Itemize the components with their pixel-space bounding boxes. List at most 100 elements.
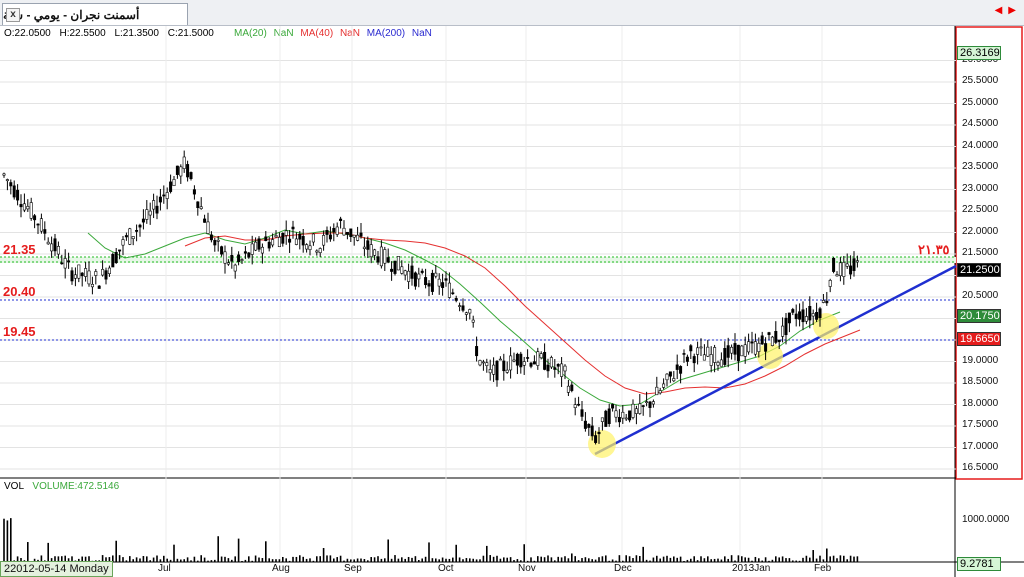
candle-body: [294, 238, 298, 245]
volume-bar: [812, 550, 814, 562]
close-icon[interactable]: x: [6, 8, 20, 22]
volume-bar: [713, 558, 716, 562]
candle-body: [396, 256, 400, 271]
time-tick-label: 2013Jan: [732, 563, 771, 574]
volume-bar: [47, 542, 49, 562]
volume-bar: [336, 557, 338, 562]
volume-bar: [744, 557, 746, 562]
candle-body: [549, 357, 553, 368]
candle-body: [804, 316, 808, 322]
volume-bar: [135, 557, 138, 562]
volume-label: VOL: [4, 481, 24, 492]
candle-body: [26, 206, 30, 210]
volume-bar: [506, 557, 508, 562]
candle-body: [179, 166, 183, 177]
candle-body: [400, 266, 404, 274]
volume-bar: [628, 556, 631, 562]
candle-body: [390, 268, 394, 272]
volume-bar: [322, 548, 325, 562]
candle-body: [730, 346, 734, 354]
chart-canvas[interactable]: [0, 26, 1024, 577]
candle-body: [855, 260, 859, 263]
chart-tab[interactable]: أسمنت نجران - يومي - سنة x: [2, 3, 188, 25]
candle-body: [723, 348, 727, 365]
candle-body: [770, 336, 774, 346]
candle-body: [101, 269, 105, 276]
candle-body: [607, 408, 611, 424]
volume-bar: [809, 557, 811, 562]
scroll-left-icon[interactable]: ◀: [995, 5, 1003, 16]
candle-body: [536, 351, 540, 366]
candle-body: [342, 227, 346, 236]
level-label-19-45: 19.45: [3, 324, 36, 339]
volume-bar: [717, 558, 719, 562]
candle-body: [305, 244, 309, 250]
candle-body: [111, 254, 115, 268]
candle-body: [587, 423, 591, 428]
candle-body: [651, 401, 655, 405]
volume-bar: [377, 556, 379, 562]
volume-bar: [149, 560, 151, 562]
volume-bar: [159, 559, 162, 562]
candle-body: [209, 234, 213, 241]
volume-bar: [832, 555, 835, 562]
candle-body: [216, 239, 220, 242]
volume-bar: [795, 560, 797, 562]
volume-bar: [414, 556, 417, 562]
candle-body: [655, 386, 659, 396]
candle-body: [838, 262, 842, 277]
volume-bar: [435, 558, 437, 562]
volume-bar: [319, 556, 321, 562]
candle-body: [386, 257, 390, 263]
candle-body: [849, 265, 853, 275]
candle-body: [553, 367, 557, 370]
candle-body: [750, 341, 754, 344]
candle-body: [301, 236, 305, 246]
candle-body: [709, 354, 713, 366]
volume-bar: [217, 536, 219, 562]
volume-bar: [635, 555, 638, 562]
volume-bar: [146, 556, 148, 562]
volume-bar: [751, 560, 753, 562]
volume-bar: [326, 555, 328, 562]
volume-bar: [384, 558, 386, 562]
candle-body: [821, 300, 825, 303]
candle-body: [672, 378, 676, 382]
candle-body: [747, 341, 751, 353]
candle-body: [87, 270, 91, 285]
volume-bar: [574, 556, 576, 562]
volume-bar: [288, 560, 291, 562]
candle-body: [12, 185, 16, 198]
volume-bar: [363, 559, 366, 562]
volume-bar: [472, 558, 474, 562]
candle-body: [84, 268, 88, 277]
price-tick-label: 23.5000: [962, 161, 999, 172]
candle-body: [757, 342, 761, 352]
volume-bar: [125, 560, 128, 562]
volume-bar: [690, 558, 692, 562]
candle-body: [604, 410, 608, 427]
candle-body: [713, 347, 717, 363]
volume-bar: [254, 555, 257, 562]
candle-body: [135, 229, 139, 232]
volume-bar: [571, 553, 573, 562]
volume-bar: [802, 557, 804, 562]
candle-body: [481, 361, 485, 364]
volume-bar: [244, 559, 247, 562]
candle-body: [740, 345, 744, 357]
scroll-right-icon[interactable]: ▶: [1008, 5, 1016, 16]
candle-body: [56, 246, 60, 255]
candle-body: [492, 364, 496, 375]
candle-body: [556, 363, 560, 367]
candle-body: [226, 262, 230, 265]
volume-bar: [424, 556, 427, 562]
volume-bar: [601, 556, 604, 562]
candle-body: [291, 226, 295, 230]
volume-bar: [404, 558, 406, 562]
price-tick-label: 23.0000: [962, 182, 999, 194]
volume-bar: [10, 518, 12, 562]
candle-body: [668, 371, 672, 377]
candle-body: [774, 331, 778, 343]
candle-body: [77, 264, 81, 279]
candle-body: [237, 254, 241, 262]
